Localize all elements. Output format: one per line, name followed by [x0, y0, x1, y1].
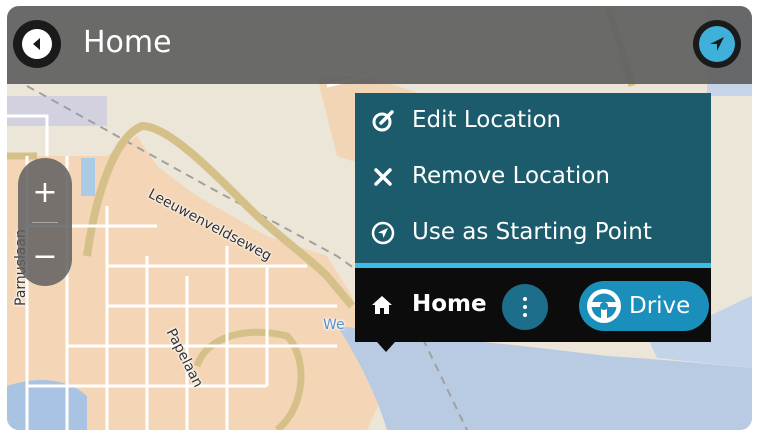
back-button[interactable] — [13, 20, 61, 68]
header-bar: Home — [7, 6, 752, 84]
location-bar: Home Drive — [355, 268, 711, 342]
location-options-menu: Edit Location Remove Location Use as Sta… — [355, 93, 711, 263]
popup-pointer — [377, 342, 395, 352]
menu-item-use-as-starting-point[interactable]: Use as Starting Point — [355, 205, 711, 261]
remove-icon — [374, 168, 392, 186]
starting-point-icon — [371, 221, 395, 245]
page-title: Home — [83, 25, 172, 60]
map-water-pond — [81, 158, 95, 196]
location-title: Home — [412, 291, 487, 317]
back-arrow-icon — [22, 29, 52, 59]
home-icon — [372, 296, 392, 314]
drive-label: Drive — [629, 293, 691, 319]
edit-icon — [372, 110, 394, 132]
menu-item-label: Edit Location — [412, 107, 562, 133]
zoom-in-button[interactable]: + — [18, 166, 72, 220]
water-label: We — [323, 317, 345, 333]
zoom-control: + − — [18, 158, 72, 286]
more-options-button[interactable] — [502, 284, 548, 330]
current-location-icon — [699, 26, 735, 62]
menu-item-remove-location[interactable]: Remove Location — [355, 149, 711, 205]
zoom-out-button[interactable]: − — [18, 230, 72, 284]
app-screen: Leeuwenveldseweg Papelaan Parnuslaan We … — [7, 6, 752, 430]
menu-item-label: Use as Starting Point — [412, 219, 652, 245]
menu-item-label: Remove Location — [412, 163, 610, 189]
drive-button[interactable]: Drive — [579, 281, 709, 331]
menu-item-edit-location[interactable]: Edit Location — [355, 93, 711, 149]
current-location-button[interactable] — [693, 20, 741, 68]
zoom-divider — [32, 222, 58, 223]
steering-wheel-icon — [587, 289, 621, 323]
